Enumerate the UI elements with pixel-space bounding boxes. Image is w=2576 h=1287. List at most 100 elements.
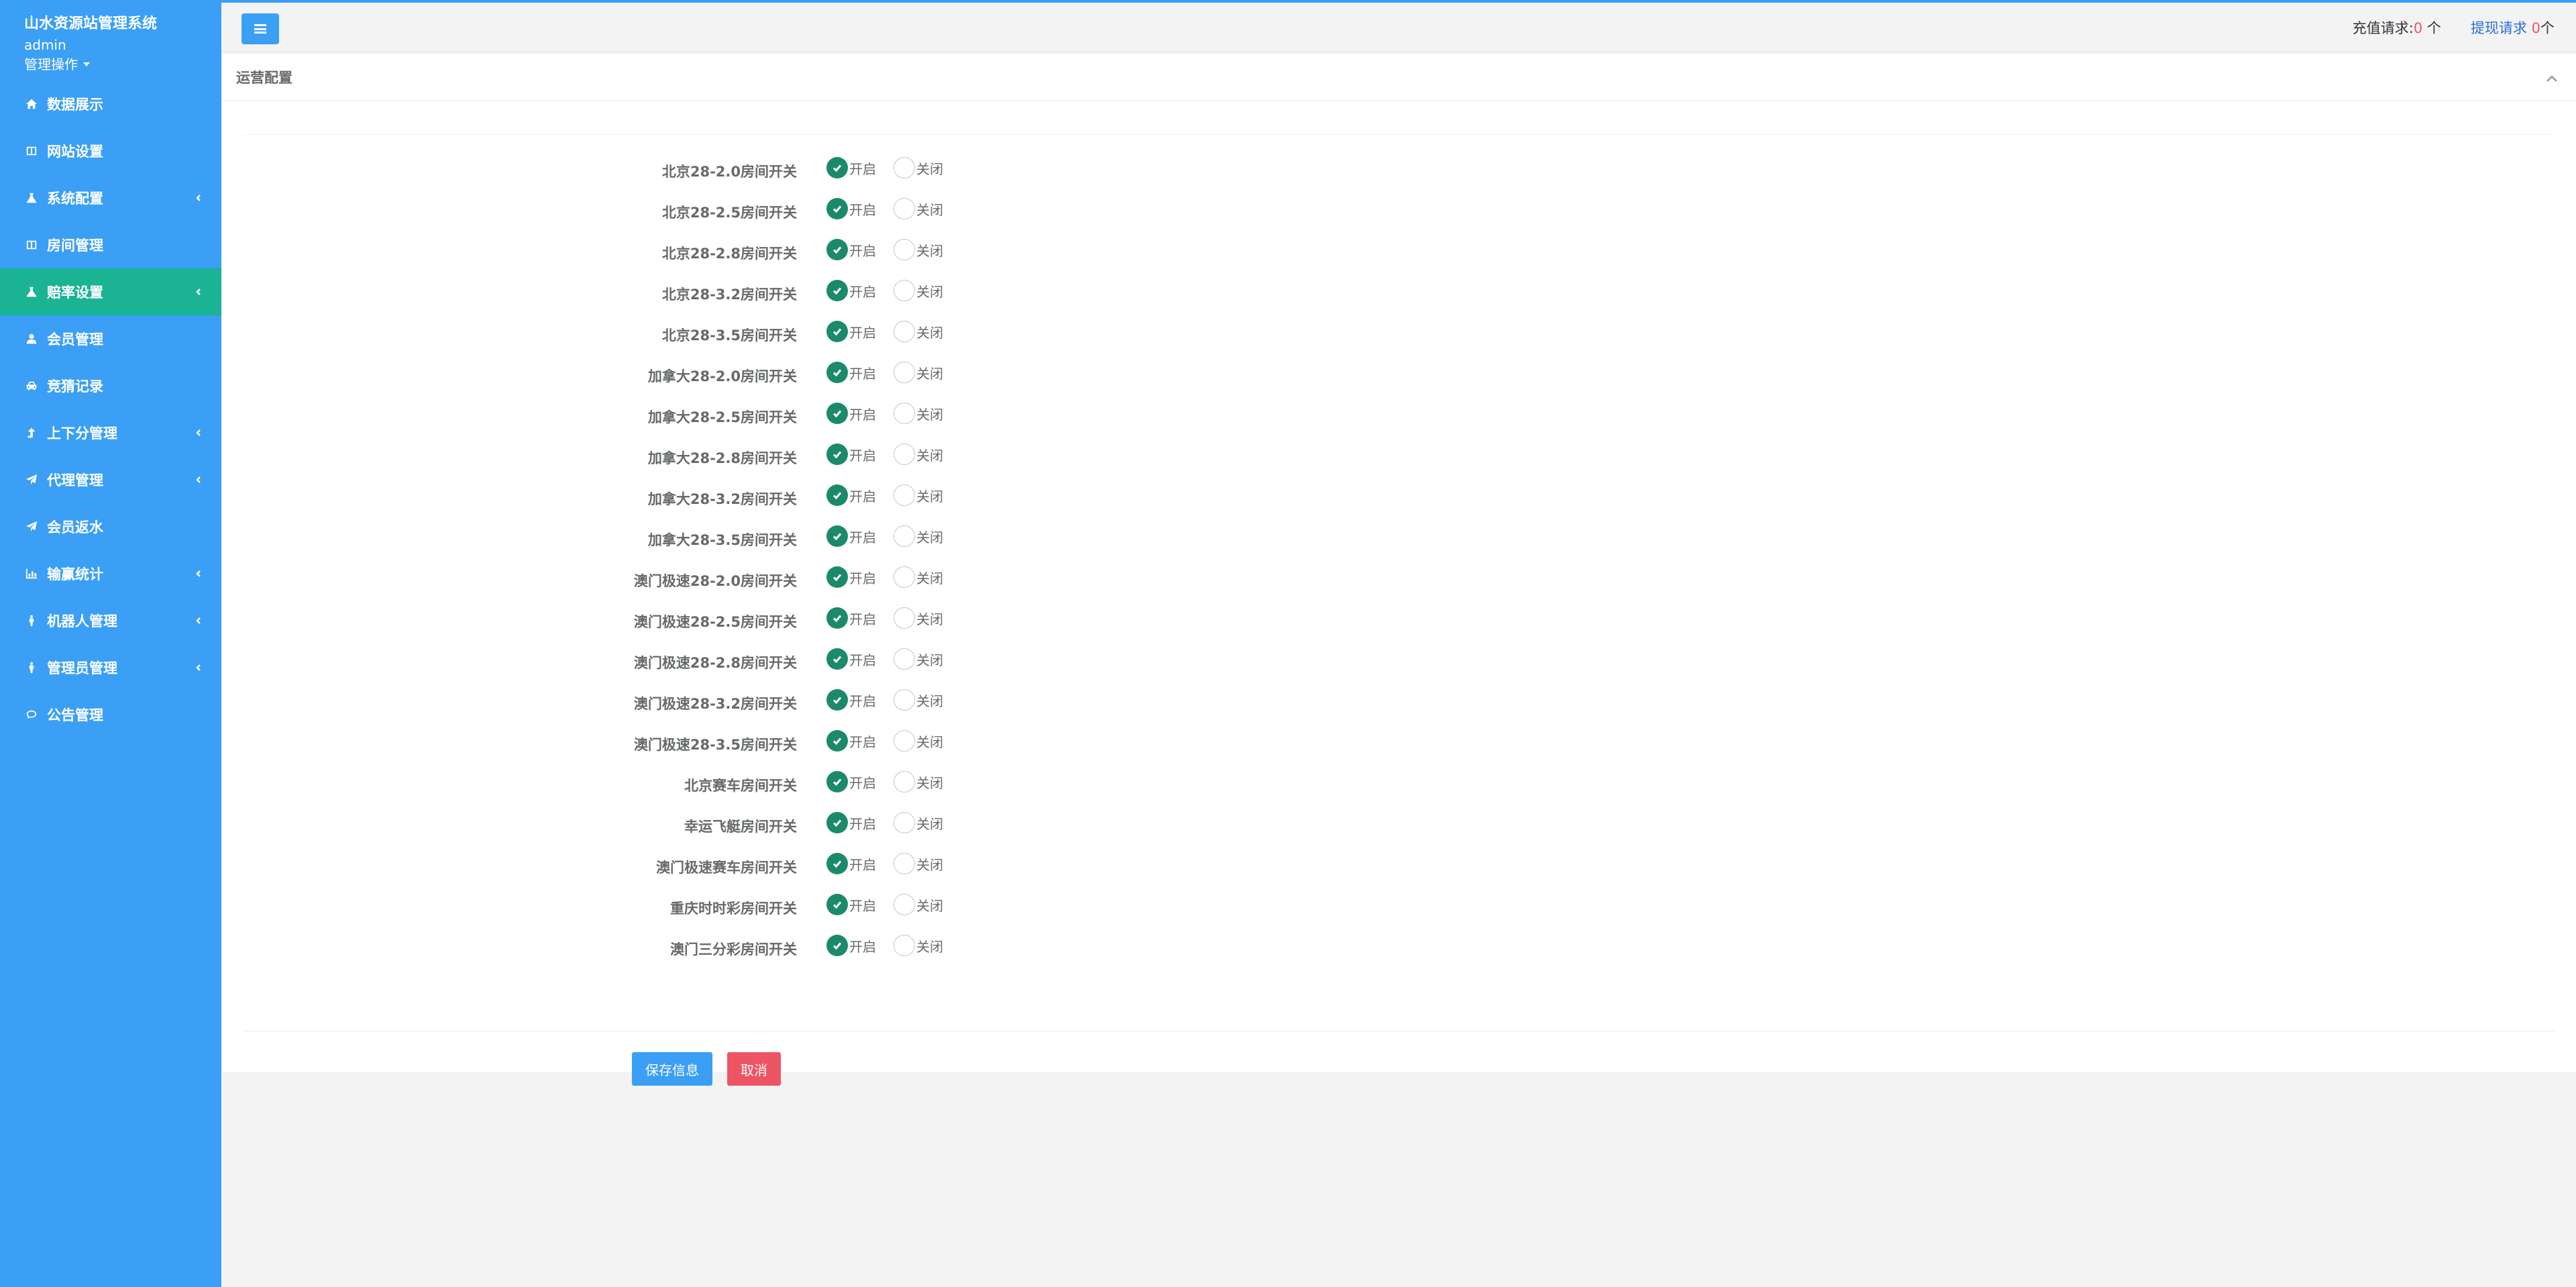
sidebar-item-2[interactable]: 系统配置 <box>0 174 221 221</box>
radio-unchecked-icon[interactable] <box>894 935 915 956</box>
radio-on[interactable]: 开启 <box>826 321 876 342</box>
sidebar-item-8[interactable]: 代理管理 <box>0 456 221 503</box>
radio-off[interactable]: 关闭 <box>894 607 943 629</box>
radio-on[interactable]: 开启 <box>826 362 876 383</box>
radio-unchecked-icon[interactable] <box>894 280 915 301</box>
radio-checked-icon[interactable] <box>826 607 848 629</box>
radio-unchecked-icon[interactable] <box>894 239 915 260</box>
radio-off[interactable]: 关闭 <box>894 730 943 752</box>
radio-on[interactable]: 开启 <box>826 566 876 588</box>
radio-on[interactable]: 开启 <box>826 894 876 915</box>
radio-on[interactable]: 开启 <box>826 607 876 629</box>
sidebar-item-9[interactable]: 会员返水 <box>0 503 221 550</box>
radio-unchecked-icon[interactable] <box>894 444 915 465</box>
radio-on[interactable]: 开启 <box>826 198 876 219</box>
radio-off[interactable]: 关闭 <box>894 853 943 874</box>
radio-off[interactable]: 关闭 <box>894 362 943 383</box>
radio-off[interactable]: 关闭 <box>894 648 943 670</box>
radio-unchecked-icon[interactable] <box>894 894 915 915</box>
sidebar-item-11[interactable]: 机器人管理 <box>0 597 221 644</box>
withdraw-request-link[interactable]: 提现请求 0个 <box>2471 17 2555 38</box>
radio-unchecked-icon[interactable] <box>894 648 915 670</box>
radio-checked-icon[interactable] <box>826 853 848 874</box>
sidebar-toggle-button[interactable] <box>241 13 279 44</box>
radio-off[interactable]: 关闭 <box>894 198 943 219</box>
radio-unchecked-icon[interactable] <box>894 730 915 752</box>
radio-unchecked-icon[interactable] <box>894 771 915 792</box>
radio-on[interactable]: 开启 <box>826 689 876 711</box>
radio-on[interactable]: 开启 <box>826 403 876 424</box>
sidebar-item-10[interactable]: 输赢统计 <box>0 550 221 597</box>
sidebar-item-3[interactable]: 房间管理 <box>0 221 221 268</box>
radio-on[interactable]: 开启 <box>826 157 876 178</box>
radio-checked-icon[interactable] <box>826 566 848 588</box>
radio-checked-icon[interactable] <box>826 198 848 219</box>
radio-on[interactable]: 开启 <box>826 239 876 260</box>
radio-on[interactable]: 开启 <box>826 648 876 670</box>
radio-checked-icon[interactable] <box>826 403 848 424</box>
radio-checked-icon[interactable] <box>826 484 848 506</box>
radio-checked-icon[interactable] <box>826 812 848 833</box>
radio-on[interactable]: 开启 <box>826 280 876 301</box>
radio-off[interactable]: 关闭 <box>894 935 943 956</box>
radio-off[interactable]: 关闭 <box>894 484 943 506</box>
radio-unchecked-icon[interactable] <box>894 812 915 833</box>
sidebar-item-1[interactable]: 网站设置 <box>0 127 221 174</box>
radio-checked-icon[interactable] <box>826 730 848 752</box>
radio-off[interactable]: 关闭 <box>894 239 943 260</box>
radio-unchecked-icon[interactable] <box>894 321 915 342</box>
sidebar-item-0[interactable]: 数据展示 <box>0 81 221 127</box>
radio-on[interactable]: 开启 <box>826 525 876 547</box>
radio-off[interactable]: 关闭 <box>894 444 943 465</box>
radio-off[interactable]: 关闭 <box>894 403 943 424</box>
radio-checked-icon[interactable] <box>826 362 848 383</box>
radio-on[interactable]: 开启 <box>826 444 876 465</box>
radio-off[interactable]: 关闭 <box>894 157 943 178</box>
sidebar-item-6[interactable]: 竞猜记录 <box>0 362 221 409</box>
radio-on[interactable]: 开启 <box>826 771 876 792</box>
chevron-up-icon[interactable] <box>2545 71 2559 82</box>
radio-checked-icon[interactable] <box>826 321 848 342</box>
radio-unchecked-icon[interactable] <box>894 689 915 711</box>
save-button[interactable]: 保存信息 <box>632 1052 712 1086</box>
radio-on[interactable]: 开启 <box>826 730 876 752</box>
sidebar-item-5[interactable]: 会员管理 <box>0 315 221 362</box>
radio-off[interactable]: 关闭 <box>894 771 943 792</box>
radio-unchecked-icon[interactable] <box>894 362 915 383</box>
radio-checked-icon[interactable] <box>826 239 848 260</box>
radio-unchecked-icon[interactable] <box>894 157 915 178</box>
radio-on[interactable]: 开启 <box>826 484 876 506</box>
radio-off[interactable]: 关闭 <box>894 894 943 915</box>
radio-on[interactable]: 开启 <box>826 935 876 956</box>
radio-on[interactable]: 开启 <box>826 812 876 833</box>
radio-checked-icon[interactable] <box>826 771 848 792</box>
cancel-button[interactable]: 取消 <box>727 1052 781 1086</box>
radio-checked-icon[interactable] <box>826 444 848 465</box>
radio-unchecked-icon[interactable] <box>894 566 915 588</box>
admin-ops-dropdown[interactable]: 管理操作 <box>24 55 197 74</box>
radio-off[interactable]: 关闭 <box>894 525 943 547</box>
radio-unchecked-icon[interactable] <box>894 403 915 424</box>
radio-checked-icon[interactable] <box>826 157 848 178</box>
radio-off[interactable]: 关闭 <box>894 321 943 342</box>
radio-off[interactable]: 关闭 <box>894 566 943 588</box>
radio-off[interactable]: 关闭 <box>894 280 943 301</box>
radio-checked-icon[interactable] <box>826 894 848 915</box>
radio-unchecked-icon[interactable] <box>894 607 915 629</box>
sidebar-item-4[interactable]: 赔率设置 <box>0 268 221 315</box>
radio-checked-icon[interactable] <box>826 525 848 547</box>
sidebar-item-12[interactable]: 管理员管理 <box>0 644 221 691</box>
recharge-request-link[interactable]: 充值请求:0 个 <box>2353 17 2441 38</box>
radio-unchecked-icon[interactable] <box>894 484 915 506</box>
radio-on[interactable]: 开启 <box>826 853 876 874</box>
radio-unchecked-icon[interactable] <box>894 853 915 874</box>
radio-checked-icon[interactable] <box>826 280 848 301</box>
radio-checked-icon[interactable] <box>826 935 848 956</box>
sidebar-item-7[interactable]: 上下分管理 <box>0 409 221 456</box>
radio-checked-icon[interactable] <box>826 648 848 670</box>
radio-off[interactable]: 关闭 <box>894 812 943 833</box>
sidebar-item-13[interactable]: 公告管理 <box>0 691 221 738</box>
radio-off[interactable]: 关闭 <box>894 689 943 711</box>
radio-checked-icon[interactable] <box>826 689 848 711</box>
radio-unchecked-icon[interactable] <box>894 198 915 219</box>
